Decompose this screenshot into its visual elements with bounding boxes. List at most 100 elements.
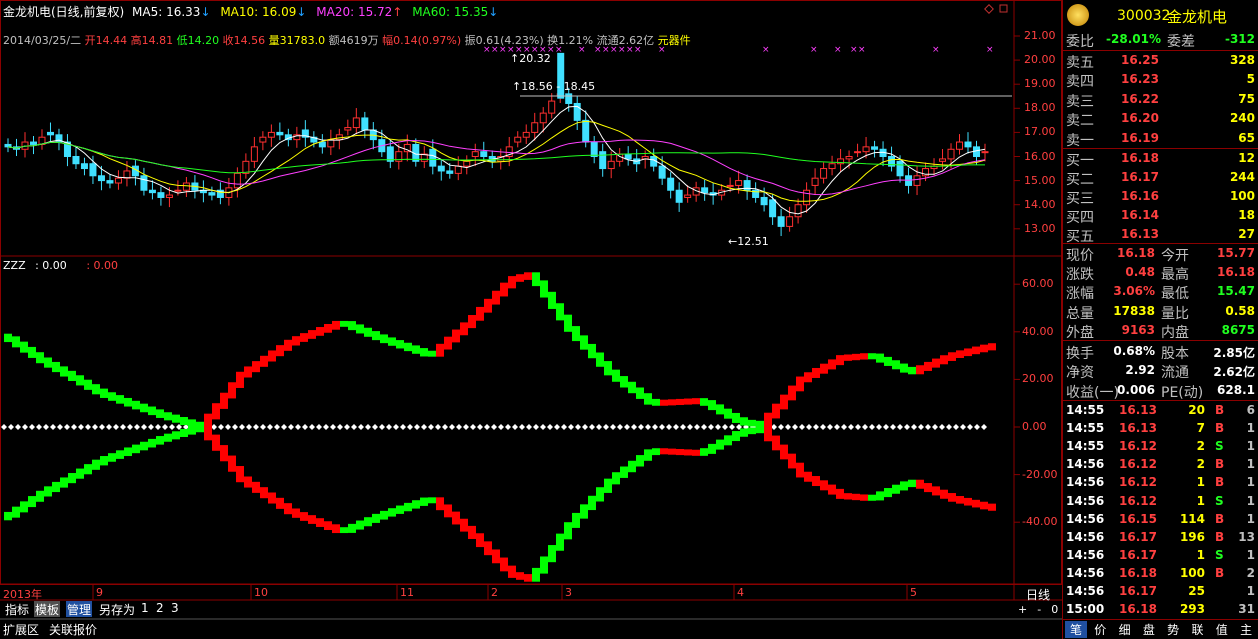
zzz-lower-step: [900, 481, 908, 491]
bid-level-row[interactable]: 买五 16.13 27: [1063, 225, 1258, 245]
zoom-in-button[interactable]: +: [1018, 603, 1037, 616]
zzz-upper-step: [468, 315, 476, 329]
zzz-upper-step: [500, 282, 508, 297]
zzz-upper-step: [76, 375, 84, 386]
layout-1-button[interactable]: 1: [140, 601, 150, 617]
zzz-upper-step: [364, 327, 372, 337]
zzz-upper-step: [972, 346, 980, 355]
tick-row[interactable]: 14:56 16.15 114 B 1: [1063, 510, 1258, 528]
zzz-lower-step: [140, 441, 148, 451]
chart-area[interactable]: × × × × × × × × × × × × × × × × × × × × × × × × × 金龙机电(日线,前复权) M…: [0, 0, 1062, 639]
zoom-controls[interactable]: +-0: [1018, 603, 1068, 616]
ask-level-row[interactable]: 卖二 16.20 240: [1063, 109, 1258, 129]
candle-body: [786, 216, 794, 227]
zzz-lower-step: [180, 428, 188, 437]
template-button[interactable]: 模板: [34, 601, 61, 617]
zzz-lower-step: [436, 497, 444, 511]
tick-row[interactable]: 14:56 16.17 1 S 1: [1063, 546, 1258, 564]
zzz-upper-step: [892, 360, 900, 370]
stat-value: 8675: [1221, 322, 1255, 337]
tick-row[interactable]: 14:56 16.17 25 1: [1063, 582, 1258, 600]
stat-label: 涨幅: [1066, 286, 1094, 303]
tick-time: 14:56: [1066, 529, 1105, 544]
tick-count: 1: [1246, 584, 1255, 598]
zzz-upper-step: [108, 392, 116, 401]
candle-body: [590, 141, 598, 157]
panel-tab[interactable]: 细: [1114, 621, 1136, 638]
zzz-upper-step: [84, 379, 92, 390]
bid-level-row[interactable]: 买四 16.14 18: [1063, 206, 1258, 226]
tick-row[interactable]: 14:56 16.17 196 B 13: [1063, 528, 1258, 546]
zzz-upper-step: [268, 350, 276, 362]
stat-value: 15.47: [1217, 284, 1255, 299]
zzz-upper-step: [756, 420, 764, 428]
bid-level-row[interactable]: 买二 16.17 244: [1063, 168, 1258, 188]
zzz-lower-step: [956, 496, 964, 504]
zzz-upper-step: [476, 306, 484, 321]
tick-row[interactable]: 14:55 16.12 2 S 1: [1063, 437, 1258, 455]
tick-volume: 7: [1196, 421, 1205, 436]
tick-side: B: [1215, 475, 1225, 490]
ask-level-row[interactable]: 卖五 16.25 328: [1063, 51, 1258, 71]
zoom-out-button[interactable]: -: [1037, 603, 1051, 616]
period-label[interactable]: 日线: [1026, 586, 1050, 603]
ask-level-row[interactable]: 卖一 16.19 65: [1063, 129, 1258, 149]
zzz-lower-step: [468, 525, 476, 539]
panel-tab[interactable]: 盘: [1138, 621, 1160, 638]
zzz-lower-step: [700, 448, 708, 456]
zzz-upper-step: [940, 355, 948, 365]
layout-3-button[interactable]: 3: [170, 601, 180, 617]
candle-body: [658, 165, 666, 179]
zzz-upper-step: [396, 340, 404, 349]
panel-tab[interactable]: 联: [1187, 621, 1209, 638]
tick-row[interactable]: 14:56 16.12 1 S 1: [1063, 492, 1258, 510]
zzz-upper-step: [508, 276, 516, 289]
zzz-upper-step: [932, 358, 940, 368]
panel-tab[interactable]: 价: [1089, 621, 1111, 638]
zzz-upper-step: [444, 336, 452, 350]
tab-related-quotes[interactable]: 关联报价: [49, 621, 97, 638]
chart-canvas[interactable]: × × × × × × × × × × × × × × × × × × × × × × × × ×: [0, 0, 1062, 639]
zzz-upper-step: [532, 272, 540, 287]
save-as-button[interactable]: 另存为: [98, 601, 136, 617]
zzz-upper-step: [356, 324, 364, 334]
zzz-upper-step: [980, 344, 988, 353]
tick-volume: 293: [1179, 602, 1205, 617]
zzz-upper-step: [372, 331, 380, 341]
panel-tab[interactable]: 主: [1235, 621, 1257, 638]
zzz-upper-step: [220, 392, 228, 409]
panel-tab[interactable]: 势: [1162, 621, 1184, 638]
zzz-upper-step: [340, 320, 348, 327]
tick-row[interactable]: 14:56 16.12 2 B 1: [1063, 455, 1258, 473]
zzz-lower-step: [68, 473, 76, 484]
tick-side: S: [1215, 439, 1224, 454]
zzz-upper-step: [636, 387, 644, 399]
ask-volume: 65: [1238, 130, 1255, 145]
manage-button[interactable]: 管理: [66, 601, 93, 617]
tick-row[interactable]: 14:55 16.13 7 B 1: [1063, 419, 1258, 437]
bid-level-row[interactable]: 买三 16.16 100: [1063, 187, 1258, 207]
zzz-upper-step: [428, 350, 436, 357]
tick-time: 14:55: [1066, 439, 1105, 454]
tick-row[interactable]: 15:00 16.18 293 31: [1063, 600, 1258, 618]
tab-extension-area[interactable]: 扩展区: [3, 621, 39, 638]
zzz-lower-step: [44, 486, 52, 497]
logo-icon: [1067, 4, 1089, 26]
tick-time: 14:56: [1066, 584, 1105, 598]
diamond-icon[interactable]: [984, 4, 994, 14]
square-icon[interactable]: [999, 4, 1008, 13]
panel-tab[interactable]: 笔: [1065, 621, 1087, 638]
ask-level-row[interactable]: 卖四 16.23 5: [1063, 70, 1258, 90]
zzz-lower-step: [612, 472, 620, 485]
candle-body: [454, 165, 462, 174]
layout-2-button[interactable]: 2: [155, 601, 165, 617]
panel-tab[interactable]: 值: [1211, 621, 1233, 638]
tick-count: 1: [1246, 547, 1255, 562]
zzz-lower-step: [724, 435, 732, 446]
ask-level-row[interactable]: 卖三 16.22 75: [1063, 90, 1258, 110]
tick-row[interactable]: 14:55 16.13 20 B 6: [1063, 401, 1258, 419]
tick-row[interactable]: 14:56 16.12 1 B 1: [1063, 473, 1258, 491]
indicator-button[interactable]: 指标: [4, 601, 30, 617]
bid-level-row[interactable]: 买一 16.18 12: [1063, 149, 1258, 169]
tick-row[interactable]: 14:56 16.18 100 B 2: [1063, 564, 1258, 582]
